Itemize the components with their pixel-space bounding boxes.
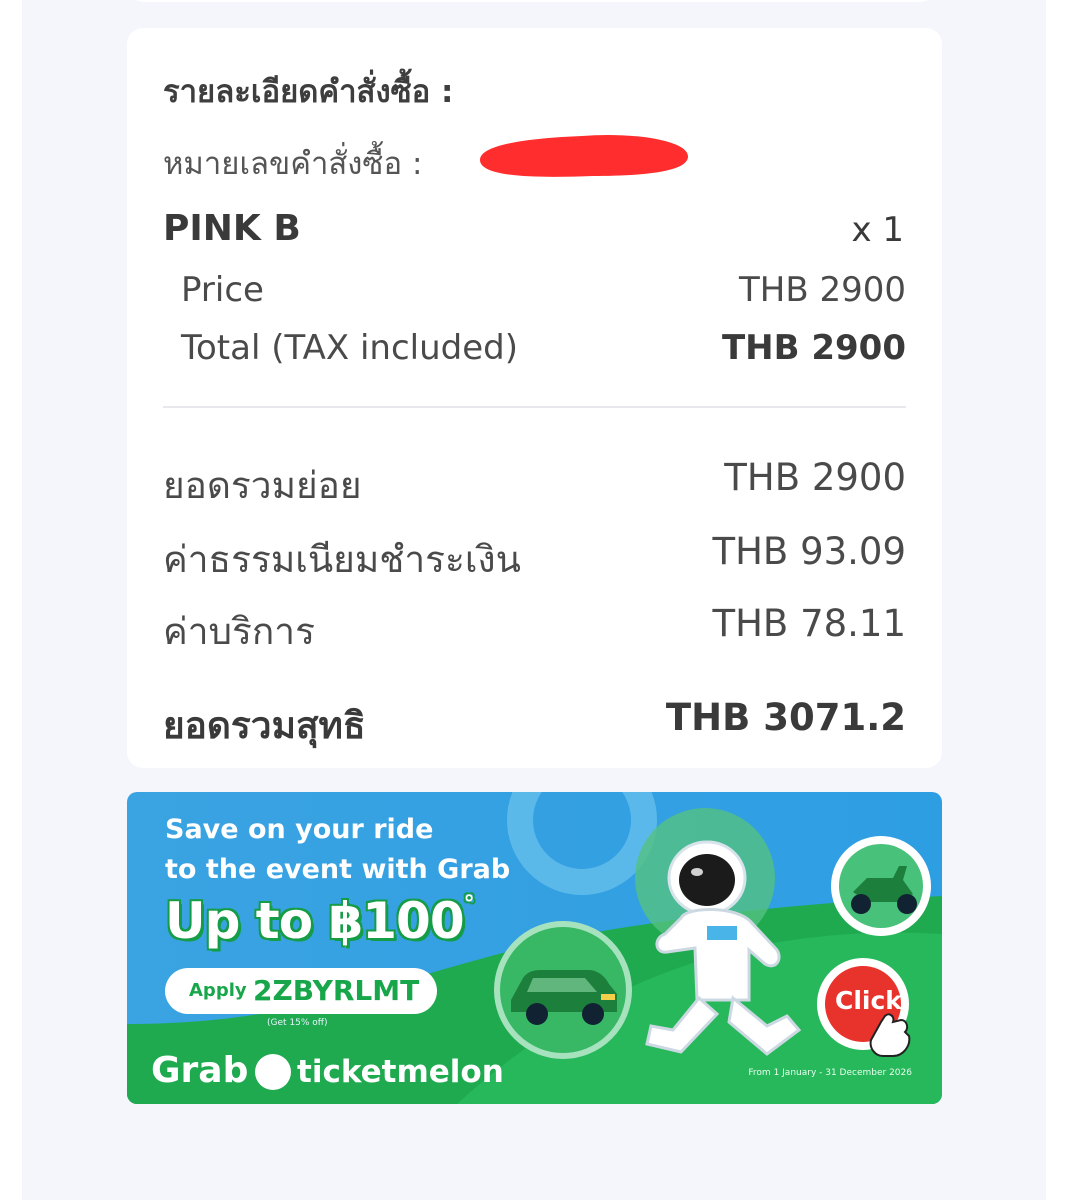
order-details-card: รายละเอียดคำสั่งซื้อ : หมายเลขคำสั่งซื้อ… bbox=[127, 28, 942, 768]
promo-code: 2ZBYRLMT bbox=[253, 974, 420, 1007]
net-total-label: ยอดรวมสุทธิ bbox=[163, 704, 366, 747]
banner-line-1: Save on your ride bbox=[165, 814, 434, 845]
banner-date-note: From 1 January - 31 December 2026 bbox=[748, 1068, 912, 1078]
astronaut-illustration bbox=[645, 840, 802, 1056]
order-number-label: หมายเลขคำสั่งซื้อ : bbox=[163, 146, 423, 182]
subtotal-value: THB 2900 bbox=[724, 456, 906, 499]
service-fee-label: ค่าบริการ bbox=[163, 610, 315, 653]
car-icon bbox=[494, 921, 632, 1059]
promo-note: (Get 15% off) bbox=[267, 1018, 328, 1028]
order-details-title: รายละเอียดคำสั่งซื้อ : bbox=[163, 74, 454, 110]
ticketmelon-logo-icon bbox=[255, 1054, 291, 1090]
previous-card bbox=[130, 0, 934, 2]
total-tax-value: THB 2900 bbox=[721, 328, 906, 368]
grab-logo: Grab bbox=[151, 1050, 249, 1091]
promo-apply-label: Apply bbox=[189, 980, 247, 1001]
banner-headline-text: Up to ฿100 bbox=[165, 892, 465, 950]
banner-headline-mark: ° bbox=[463, 892, 475, 917]
payment-fee-label: ค่าธรรมเนียมชำระเงิน bbox=[163, 538, 521, 581]
banner-line-2: to the event with Grab bbox=[165, 854, 511, 885]
banner-headline: Up to ฿100° bbox=[165, 892, 475, 950]
redaction-mark bbox=[480, 134, 689, 177]
price-label: Price bbox=[181, 270, 264, 310]
click-label: Click bbox=[835, 986, 902, 1015]
payment-fee-value: THB 93.09 bbox=[712, 530, 907, 573]
grab-promo-banner[interactable]: Save on your ride to the event with Grab… bbox=[127, 792, 942, 1104]
price-value: THB 2900 bbox=[739, 270, 906, 310]
promo-code-pill[interactable]: Apply 2ZBYRLMT bbox=[165, 968, 437, 1014]
scooter-icon bbox=[831, 836, 931, 936]
product-name: PINK B bbox=[163, 208, 301, 249]
product-quantity: x 1 bbox=[851, 210, 904, 250]
service-fee-value: THB 78.11 bbox=[712, 602, 907, 645]
subtotal-label: ยอดรวมย่อย bbox=[163, 464, 362, 507]
ticketmelon-logo: ticketmelon bbox=[297, 1054, 504, 1090]
total-tax-label: Total (TAX included) bbox=[181, 328, 518, 368]
divider bbox=[163, 406, 906, 408]
net-total-value: THB 3071.2 bbox=[665, 696, 906, 739]
